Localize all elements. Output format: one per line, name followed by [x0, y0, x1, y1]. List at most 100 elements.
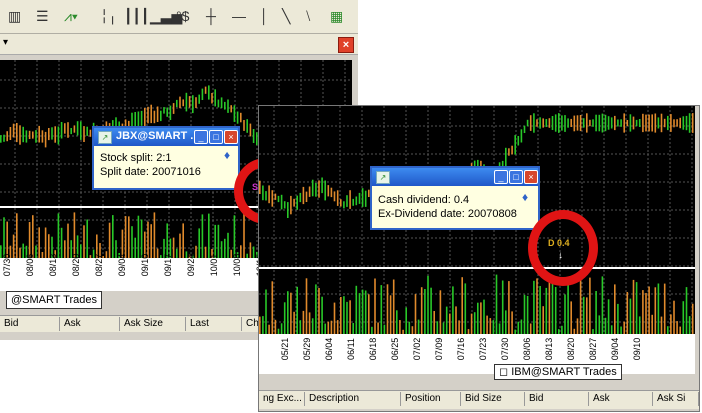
- volume-bar: [626, 292, 629, 334]
- price-bar: [561, 115, 563, 131]
- volume-bar: [405, 307, 407, 334]
- price-bar: [558, 113, 560, 133]
- column-header[interactable]: Bid Size: [461, 392, 525, 406]
- horizontal-line-icon[interactable]: —: [232, 8, 246, 24]
- price-bar: [582, 118, 585, 128]
- price-bar: [60, 122, 63, 139]
- maximize-button[interactable]: □: [509, 170, 523, 184]
- pin-icon[interactable]: ♦: [224, 148, 230, 162]
- volume-bar: [16, 213, 18, 260]
- time-axis-tick: 07/30: [2, 253, 12, 277]
- price-bar: [156, 106, 159, 122]
- price-bar: [364, 190, 367, 207]
- popup-titlebar[interactable]: ↗ JBX@SMART ... _ □ ×: [94, 128, 238, 146]
- dividend-event-marker[interactable]: D 0.4: [548, 238, 570, 248]
- column-header[interactable]: Bid: [525, 392, 589, 406]
- dollar-icon[interactable]: °$: [176, 8, 189, 24]
- price-bar: [352, 198, 354, 206]
- volume-bar: [318, 288, 320, 334]
- price-bar: [9, 127, 12, 140]
- column-header[interactable]: Ask Si: [653, 392, 699, 406]
- table-icon[interactable]: ☰: [36, 8, 49, 24]
- price-bar: [601, 113, 604, 133]
- volume-bar: [153, 212, 156, 260]
- volume-bar: [396, 310, 398, 334]
- grid-icon[interactable]: ▥: [8, 8, 21, 24]
- volume-bar: [464, 283, 467, 334]
- column-header[interactable]: Ask Size: [120, 317, 186, 331]
- dropdown-arrow-icon[interactable]: ▾: [3, 37, 8, 48]
- column-header[interactable]: Last: [186, 317, 242, 331]
- column-header[interactable]: ng Exc...: [259, 392, 305, 406]
- price-bar: [614, 115, 616, 131]
- candle-chart-icon[interactable]: ┃┃┃: [124, 8, 149, 24]
- volume-bar: [673, 300, 675, 334]
- vertical-line-icon[interactable]: │: [260, 8, 269, 24]
- volume-bar: [489, 318, 492, 334]
- volume-bar: [259, 316, 261, 334]
- price-bar: [188, 96, 191, 108]
- price-bar: [296, 195, 298, 210]
- time-axis-tick: 08/06: [522, 337, 532, 361]
- volume-bar: [570, 301, 572, 334]
- volume-bar: [268, 324, 270, 334]
- price-bar: [262, 185, 264, 201]
- close-button[interactable]: ×: [524, 170, 538, 184]
- column-header[interactable]: Ask: [589, 392, 653, 406]
- price-bar: [691, 113, 694, 133]
- volume-bar: [243, 213, 245, 260]
- volume-bar: [551, 277, 554, 334]
- price-bar: [673, 119, 675, 128]
- price-bar: [166, 107, 168, 117]
- price-bar: [349, 190, 351, 209]
- pin-icon[interactable]: ♦: [522, 190, 528, 204]
- channel-icon[interactable]: ⧵: [306, 8, 310, 24]
- volume-bar: [349, 300, 351, 334]
- trades-tab[interactable]: ◻ IBM@SMART Trades: [494, 364, 622, 380]
- price-bar: [150, 104, 152, 124]
- volume-bar: [651, 314, 653, 334]
- time-axis-tick: 09/10: [632, 337, 642, 361]
- popup-title: JBX@SMART ...: [116, 130, 200, 142]
- trades-tab[interactable]: @SMART Trades: [6, 291, 102, 309]
- image-icon[interactable]: ▦: [330, 8, 343, 24]
- price-bar: [355, 196, 358, 206]
- volume-bar: [452, 286, 454, 334]
- volume-bar: [346, 301, 348, 334]
- trend-line-icon[interactable]: ╲: [282, 8, 290, 24]
- chart-toolbar: ▥ ☰ ⩘▾ ╎╷ ┃┃┃ ▁▃▅ °$ ┼ — │ ╲ ⧵ ▦: [0, 0, 358, 34]
- volume-bar: [648, 286, 650, 334]
- column-header[interactable]: Bid: [0, 317, 60, 331]
- column-header[interactable]: Position: [401, 392, 461, 406]
- minimize-button[interactable]: _: [494, 170, 508, 184]
- price-bar: [635, 119, 638, 127]
- price-bar: [140, 110, 143, 126]
- close-button[interactable]: ×: [224, 130, 238, 144]
- volume-bar: [44, 227, 47, 260]
- price-bar: [16, 123, 18, 143]
- time-axis: 05/21 05/29 06/04 06/11 06/18 06/25 07/02 07/09…: [259, 334, 695, 374]
- price-bar: [19, 125, 21, 145]
- price-bar: [299, 192, 302, 203]
- column-header[interactable]: Ask: [60, 317, 120, 331]
- price-bar: [343, 201, 345, 209]
- crosshair-icon[interactable]: ┼: [206, 8, 216, 24]
- column-header[interactable]: Description: [305, 392, 401, 406]
- close-button[interactable]: ×: [338, 37, 354, 53]
- volume-bar: [449, 313, 451, 334]
- volume-bar: [358, 293, 361, 334]
- price-bar: [324, 180, 326, 201]
- price-bar: [22, 126, 24, 143]
- volume-bar: [473, 312, 476, 334]
- price-bar: [192, 95, 194, 114]
- time-axis-tick: 06/18: [368, 337, 378, 361]
- volume-bar: [60, 227, 63, 260]
- price-bar: [38, 125, 40, 143]
- minimize-button[interactable]: _: [194, 130, 208, 144]
- bar-chart-icon[interactable]: ╎╷: [100, 8, 117, 24]
- chart-type-icon[interactable]: ⩘▾: [64, 8, 78, 24]
- maximize-button[interactable]: □: [209, 130, 223, 144]
- volume-bar: [586, 297, 588, 334]
- popup-titlebar[interactable]: ↗ _ □ ×: [372, 168, 538, 186]
- price-bar: [220, 97, 223, 109]
